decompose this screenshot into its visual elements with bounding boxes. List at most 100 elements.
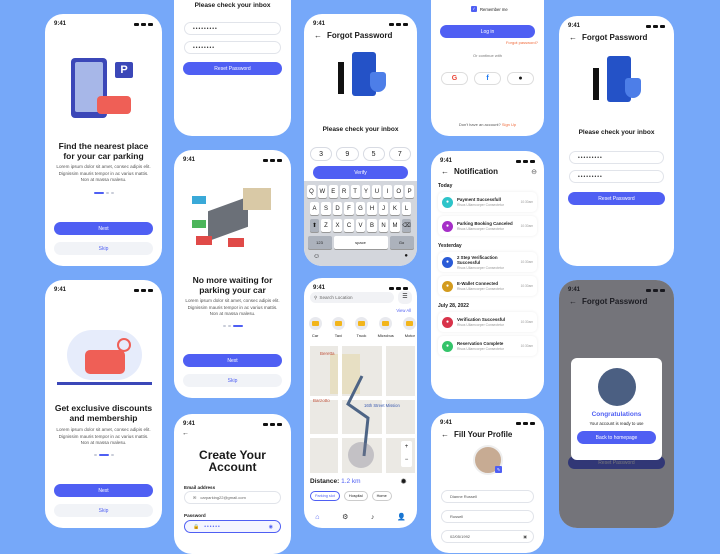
filter-button[interactable]: ☰: [398, 291, 412, 304]
view-all-link[interactable]: View All: [396, 308, 411, 313]
numbers-key[interactable]: 123: [307, 236, 332, 249]
full-name-field[interactable]: Dianne Russell: [441, 490, 534, 503]
chip-hospital[interactable]: Hospital: [343, 491, 368, 501]
vehicle-truck[interactable]: Truck: [354, 317, 368, 338]
confirm-password-field[interactable]: •••••••••: [569, 170, 664, 183]
key-t[interactable]: T: [350, 185, 360, 198]
key-i[interactable]: I: [383, 185, 393, 198]
key-d[interactable]: D: [332, 202, 343, 215]
key-z[interactable]: Z: [321, 219, 331, 232]
facebook-button[interactable]: f: [474, 72, 501, 85]
back-arrow-icon[interactable]: ←: [314, 31, 322, 40]
distance-readout: Distance: 1.2 km: [310, 478, 361, 485]
key-c[interactable]: C: [344, 219, 354, 232]
skip-button[interactable]: Skip: [54, 504, 153, 517]
vehicle-taxi[interactable]: Taxi: [331, 317, 345, 338]
key-w[interactable]: W: [317, 185, 327, 198]
profile-icon[interactable]: 👤: [397, 513, 406, 521]
key-p[interactable]: P: [405, 185, 415, 198]
next-button[interactable]: Next: [54, 222, 153, 235]
edit-avatar-icon[interactable]: ✎: [495, 466, 502, 473]
google-button[interactable]: G: [441, 72, 468, 85]
key-n[interactable]: N: [378, 219, 389, 232]
emoji-icon[interactable]: ☺: [313, 253, 320, 260]
key-y[interactable]: Y: [361, 185, 371, 198]
key-m[interactable]: M: [390, 219, 400, 232]
apple-button[interactable]: ●: [507, 72, 534, 85]
key-r[interactable]: R: [339, 185, 349, 198]
chip-home[interactable]: Home: [371, 491, 392, 501]
bell-icon[interactable]: ♪: [371, 514, 375, 521]
locate-icon[interactable]: ✹: [400, 477, 407, 486]
key-b[interactable]: B: [367, 219, 377, 232]
key-x[interactable]: X: [332, 219, 343, 232]
sign-up-link[interactable]: Sign Up: [502, 122, 516, 127]
notification-item[interactable]: ● Reservation Complete Risus Ullamcorper C…: [438, 336, 537, 356]
vehicle-car[interactable]: Car: [308, 317, 322, 338]
key-s[interactable]: S: [321, 202, 331, 215]
password-field[interactable]: 🔒 •••••• ◉: [184, 520, 281, 533]
otp-digit[interactable]: 7: [388, 147, 411, 161]
zoom-in-button[interactable]: +: [401, 441, 412, 454]
key-q[interactable]: Q: [306, 185, 316, 198]
key-g[interactable]: G: [355, 202, 366, 215]
key-l[interactable]: L: [401, 202, 412, 215]
notification-item[interactable]: ● Parking Booking Canceled Risus Ullamcorp…: [438, 216, 537, 236]
vehicle-motor[interactable]: Motor: [403, 317, 417, 338]
back-arrow-icon[interactable]: ←: [441, 167, 449, 176]
more-options-icon[interactable]: ⊖: [531, 168, 537, 176]
chip-parking-slot[interactable]: Parking slot: [310, 491, 340, 501]
email-field[interactable]: ✉ carparking22@gmail.com: [184, 491, 281, 504]
new-password-field[interactable]: •••••••••: [184, 22, 281, 35]
key-f[interactable]: F: [344, 202, 354, 215]
notification-item[interactable]: ● 2 Step Verificaction Successful Risus Ul…: [438, 252, 537, 272]
key-a[interactable]: A: [309, 202, 320, 215]
otp-digit[interactable]: 3: [310, 147, 333, 161]
microphone-icon[interactable]: ●: [404, 253, 408, 260]
key-k[interactable]: K: [390, 202, 400, 215]
skip-button[interactable]: Skip: [183, 374, 282, 387]
key-o[interactable]: O: [394, 185, 404, 198]
back-arrow-icon[interactable]: ←: [569, 33, 577, 42]
login-button[interactable]: Log in: [440, 25, 535, 38]
confirm-password-field[interactable]: ••••••••: [184, 41, 281, 54]
key-j[interactable]: J: [378, 202, 389, 215]
remember-me-checkbox[interactable]: ✓ Remember me: [471, 6, 508, 12]
next-button[interactable]: Next: [54, 484, 153, 497]
eye-icon[interactable]: ◉: [269, 524, 274, 530]
dob-field[interactable]: 02/05/1992 ▣: [441, 530, 534, 543]
space-key[interactable]: space: [333, 236, 388, 249]
key-u[interactable]: U: [372, 185, 382, 198]
email-value: carparking22@gmail.com: [200, 495, 246, 500]
notification-item[interactable]: ● E-Wallet Connected Risus Ullamcorper Con…: [438, 276, 537, 296]
nickname-field[interactable]: Russell: [441, 510, 534, 523]
calendar-icon[interactable]: ▣: [523, 534, 527, 539]
key-e[interactable]: E: [328, 185, 338, 198]
key-v[interactable]: V: [355, 219, 366, 232]
skip-button[interactable]: Skip: [54, 242, 153, 255]
otp-digit[interactable]: 9: [336, 147, 359, 161]
go-key[interactable]: Go: [389, 236, 414, 249]
search-input[interactable]: ⚲ Search Location: [310, 292, 394, 303]
forgot-password-link[interactable]: Forgot password?: [506, 40, 538, 45]
delete-key[interactable]: ⌫: [401, 219, 412, 232]
verify-button[interactable]: Verify: [313, 166, 408, 179]
home-icon[interactable]: ⌂: [315, 514, 319, 521]
notification-item[interactable]: ● Payment Successfull Risus Ullamcorper Co…: [438, 192, 537, 212]
back-arrow-icon[interactable]: ←: [182, 430, 189, 437]
map-view[interactable]: Beretta Barzotto 16th Street Mission + −: [310, 346, 415, 473]
explore-icon[interactable]: ⚙: [342, 513, 348, 521]
zoom-out-button[interactable]: −: [401, 454, 412, 467]
new-password-field[interactable]: •••••••••: [569, 151, 664, 164]
back-to-homepage-button[interactable]: Back to homepage: [577, 431, 656, 444]
vehicle-microbus[interactable]: Microbus: [378, 317, 394, 338]
key-h[interactable]: H: [367, 202, 377, 215]
notification-item[interactable]: ● Verification Successful Risus Ullamcorpe…: [438, 312, 537, 332]
otp-digit[interactable]: 5: [362, 147, 385, 161]
next-button[interactable]: Next: [183, 354, 282, 367]
reset-password-button[interactable]: Reset Password: [568, 192, 665, 205]
back-arrow-icon[interactable]: ←: [441, 430, 449, 439]
parking-illustration: P: [67, 54, 142, 124]
shift-key[interactable]: ⬆: [309, 219, 320, 232]
reset-password-button[interactable]: Reset Password: [183, 62, 282, 75]
